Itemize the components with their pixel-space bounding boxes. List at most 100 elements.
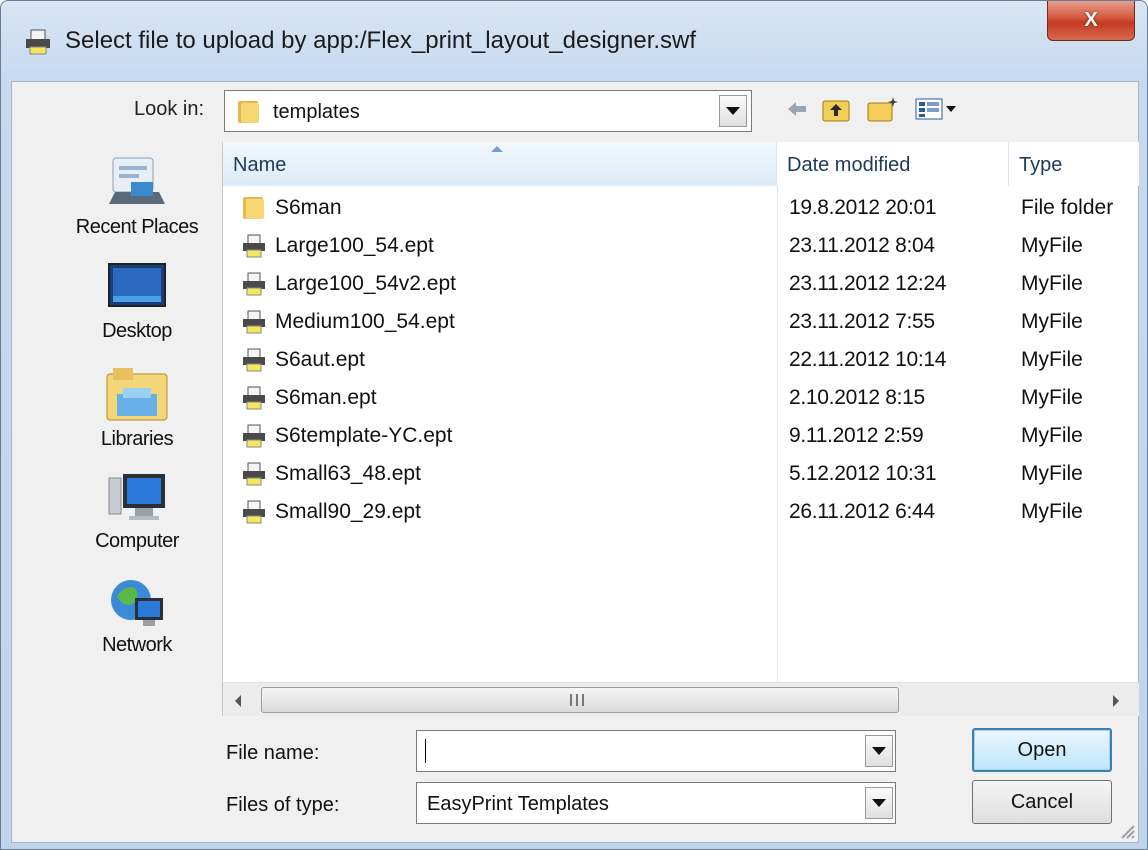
look-in-value: templates xyxy=(273,101,360,123)
file-type: MyFile xyxy=(1021,386,1083,409)
file-name: S6template-YC.ept xyxy=(275,424,453,447)
file-name-label: File name: xyxy=(226,742,320,764)
column-header-date[interactable]: Date modified xyxy=(777,142,1009,186)
up-folder-icon xyxy=(822,100,850,122)
place-desktop[interactable]: Desktop xyxy=(42,260,232,343)
file-type: MyFile xyxy=(1021,500,1083,523)
file-name: Large100_54.ept xyxy=(275,234,434,257)
column-name-label: Name xyxy=(233,154,287,176)
file-name: Small63_48.ept xyxy=(275,462,421,485)
file-date: 19.8.2012 20:01 xyxy=(789,196,937,219)
file-date: 9.11.2012 2:59 xyxy=(789,424,924,447)
desktop-icon xyxy=(108,263,166,307)
printer-file-icon xyxy=(241,271,267,297)
file-name: S6man xyxy=(275,196,342,219)
folder-icon xyxy=(241,195,267,221)
file-list[interactable]: Name Date modified Type S6man 19.8.2012 2… xyxy=(222,142,1139,716)
file-name: Medium100_54.ept xyxy=(275,310,455,333)
file-type-dropdown-button[interactable] xyxy=(865,787,893,819)
network-icon xyxy=(111,580,163,626)
place-network[interactable]: Network xyxy=(42,574,232,657)
look-in-dropdown-button[interactable] xyxy=(719,95,747,127)
window-title: Select file to upload by app:/Flex_print… xyxy=(65,27,697,54)
places-bar: Recent Places Desktop Libraries Computer… xyxy=(42,142,232,702)
column-header: Name Date modified Type xyxy=(223,142,1139,186)
printer-file-icon xyxy=(241,461,267,487)
look-in-label: Look in: xyxy=(134,98,205,120)
place-label: Computer xyxy=(95,530,179,552)
file-name-input[interactable] xyxy=(416,730,896,772)
scroll-left-icon[interactable] xyxy=(235,695,241,707)
file-name: Large100_54v2.ept xyxy=(275,272,456,295)
title-bar[interactable]: Select file to upload by app:/Flex_print… xyxy=(1,1,1147,81)
column-date-label: Date modified xyxy=(787,154,911,176)
file-date: 2.10.2012 8:15 xyxy=(789,386,925,409)
resize-grip-icon[interactable] xyxy=(1116,820,1136,840)
dialog-client-area: Look in: templates Recent Places Desktop… xyxy=(11,81,1139,843)
file-type: MyFile xyxy=(1021,310,1083,333)
column-header-type[interactable]: Type xyxy=(1009,142,1139,186)
new-folder-button[interactable] xyxy=(866,94,900,124)
file-date: 23.11.2012 7:55 xyxy=(789,310,935,333)
file-row[interactable]: S6man 19.8.2012 20:01 File folder xyxy=(223,190,1139,228)
place-libraries[interactable]: Libraries xyxy=(42,364,232,451)
view-menu-button[interactable] xyxy=(914,94,960,124)
file-row[interactable]: S6aut.ept 22.11.2012 10:14 MyFile xyxy=(223,342,1139,380)
chevron-down-icon xyxy=(872,799,886,807)
file-type: File folder xyxy=(1021,196,1114,219)
open-button[interactable]: Open xyxy=(972,728,1112,772)
printer-file-icon xyxy=(241,385,267,411)
scroll-right-icon[interactable] xyxy=(1113,695,1119,707)
file-date: 22.11.2012 10:14 xyxy=(789,348,947,371)
file-type-select[interactable]: EasyPrint Templates xyxy=(416,782,896,824)
file-row[interactable]: S6template-YC.ept 9.11.2012 2:59 MyFile xyxy=(223,418,1139,456)
file-row[interactable]: Medium100_54.ept 23.11.2012 7:55 MyFile xyxy=(223,304,1139,342)
file-type: MyFile xyxy=(1021,462,1083,485)
file-rows: S6man 19.8.2012 20:01 File folder Large100_… xyxy=(223,190,1139,532)
place-recent-places[interactable]: Recent Places xyxy=(42,152,232,239)
file-type: MyFile xyxy=(1021,272,1083,295)
scrollbar-thumb[interactable] xyxy=(261,687,899,713)
file-type-value: EasyPrint Templates xyxy=(427,793,609,815)
file-type: MyFile xyxy=(1021,234,1083,257)
file-row[interactable]: Large100_54v2.ept 23.11.2012 12:24 MyFile xyxy=(223,266,1139,304)
up-folder-button[interactable] xyxy=(820,94,852,124)
chevron-down-icon xyxy=(726,107,740,115)
new-folder-icon xyxy=(867,97,898,122)
text-cursor xyxy=(425,739,426,763)
place-label: Network xyxy=(102,634,172,656)
file-date: 23.11.2012 8:04 xyxy=(789,234,935,257)
file-name: Small90_29.ept xyxy=(275,500,421,523)
file-date: 5.12.2012 10:31 xyxy=(789,462,937,485)
horizontal-scrollbar[interactable] xyxy=(223,682,1139,716)
view-menu-icon xyxy=(915,98,956,120)
grip-icon xyxy=(570,694,584,706)
file-date: 23.11.2012 12:24 xyxy=(789,272,947,295)
sort-ascending-icon xyxy=(491,146,503,152)
printer-icon xyxy=(26,29,50,55)
back-button[interactable] xyxy=(784,94,810,124)
chevron-down-icon xyxy=(872,747,886,755)
libraries-icon xyxy=(106,368,168,421)
place-label: Recent Places xyxy=(75,216,199,238)
column-header-name[interactable]: Name xyxy=(223,142,777,186)
printer-file-icon xyxy=(241,347,267,373)
file-type-label: Files of type: xyxy=(226,794,340,816)
file-row[interactable]: Small90_29.ept 26.11.2012 6:44 MyFile xyxy=(223,494,1139,532)
file-type: MyFile xyxy=(1021,424,1083,447)
place-computer[interactable]: Computer xyxy=(42,470,232,553)
computer-icon xyxy=(108,474,165,520)
back-arrow-icon xyxy=(788,102,806,116)
file-name: S6man.ept xyxy=(275,386,377,409)
close-button[interactable]: X xyxy=(1047,1,1135,41)
printer-file-icon xyxy=(241,309,267,335)
file-name: S6aut.ept xyxy=(275,348,365,371)
cancel-button[interactable]: Cancel xyxy=(972,780,1112,824)
file-name-dropdown-button[interactable] xyxy=(865,735,893,767)
folder-icon xyxy=(238,101,259,123)
file-type: MyFile xyxy=(1021,348,1083,371)
file-row[interactable]: Small63_48.ept 5.12.2012 10:31 MyFile xyxy=(223,456,1139,494)
file-row[interactable]: S6man.ept 2.10.2012 8:15 MyFile xyxy=(223,380,1139,418)
look-in-dropdown[interactable]: templates xyxy=(224,90,752,132)
file-row[interactable]: Large100_54.ept 23.11.2012 8:04 MyFile xyxy=(223,228,1139,266)
